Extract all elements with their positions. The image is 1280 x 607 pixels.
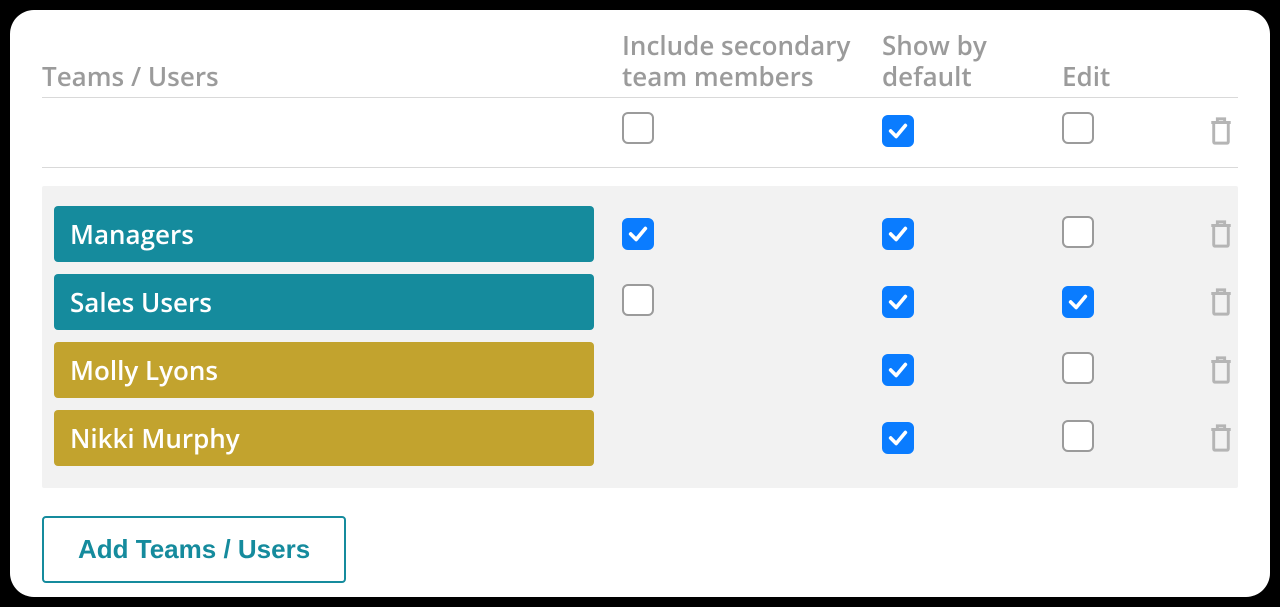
table-header-row: Teams / Users Include secondary team mem… (42, 30, 1238, 98)
table-body: Managers Sales Users Molly Lyons Nikki Murp… (42, 186, 1238, 488)
delete-icon[interactable] (1206, 353, 1236, 387)
row-edit-checkbox[interactable] (1062, 286, 1094, 318)
table-row: Managers (42, 200, 1238, 268)
table-row: Nikki Murphy (42, 404, 1238, 472)
delete-icon[interactable] (1206, 285, 1236, 319)
delete-icon[interactable] (1206, 421, 1236, 455)
table-row: Sales Users (42, 268, 1238, 336)
row-edit-checkbox[interactable] (1062, 352, 1094, 384)
all-delete-icon[interactable] (1206, 114, 1236, 148)
row-include-secondary-checkbox[interactable] (622, 218, 654, 250)
all-show-default-checkbox[interactable] (882, 115, 914, 147)
row-include-secondary-checkbox[interactable] (622, 284, 654, 316)
all-row (42, 98, 1238, 168)
user-chip: Molly Lyons (54, 342, 594, 398)
row-show-default-checkbox[interactable] (882, 286, 914, 318)
add-teams-users-button[interactable]: Add Teams / Users (42, 516, 346, 583)
table-row: Molly Lyons (42, 336, 1238, 404)
header-edit: Edit (1062, 61, 1182, 92)
all-include-secondary-checkbox[interactable] (622, 112, 654, 144)
row-show-default-checkbox[interactable] (882, 218, 914, 250)
header-show-default: Show by default (882, 30, 1062, 91)
teams-users-panel: Teams / Users Include secondary team mem… (10, 10, 1270, 597)
row-show-default-checkbox[interactable] (882, 422, 914, 454)
header-teams-users: Teams / Users (42, 61, 622, 92)
row-edit-checkbox[interactable] (1062, 216, 1094, 248)
row-edit-checkbox[interactable] (1062, 420, 1094, 452)
team-chip: Managers (54, 206, 594, 262)
delete-icon[interactable] (1206, 217, 1236, 251)
all-edit-checkbox[interactable] (1062, 112, 1094, 144)
teams-users-table: Teams / Users Include secondary team mem… (42, 30, 1238, 488)
user-chip: Nikki Murphy (54, 410, 594, 466)
header-include-secondary: Include secondary team members (622, 30, 882, 91)
row-show-default-checkbox[interactable] (882, 354, 914, 386)
team-chip: Sales Users (54, 274, 594, 330)
